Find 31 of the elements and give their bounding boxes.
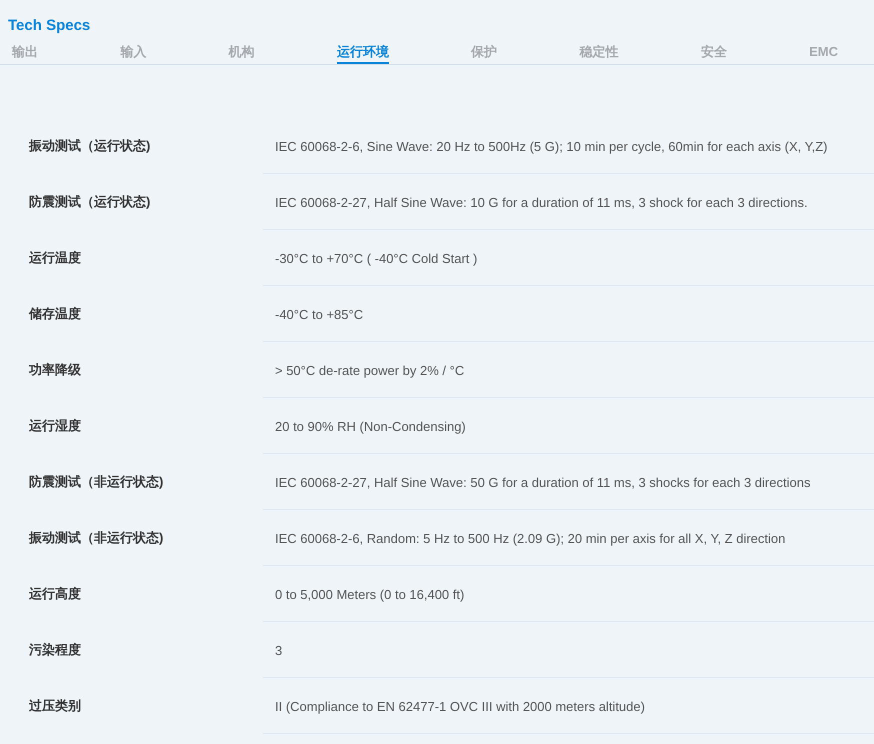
spec-name: 储存温度	[28, 305, 82, 323]
spec-value: 3	[275, 642, 282, 658]
spec-name: 振动测试（非运行状态)	[28, 529, 164, 547]
spec-name: 运行温度	[28, 249, 82, 267]
spec-name: 功率降级	[28, 361, 82, 379]
spec-name: 过压类别	[28, 697, 82, 715]
spec-value: II (Compliance to EN 62477-1 OVC III with 2000 meters altitude)	[275, 698, 645, 714]
spec-name: 振动测试（运行状态)	[28, 137, 152, 155]
spec-value: IEC 60068-2-27, Half Sine Wave: 50 G for a duration of 11 ms, 3 shocks for each 3 directions	[275, 474, 810, 490]
tab[interactable]: 输入	[120, 40, 146, 64]
tab[interactable]: 保护	[471, 40, 498, 64]
spec-name: 污染程度	[28, 641, 82, 659]
spec-value: -30°C to +70°C ( -40°C Cold Start )	[275, 250, 478, 266]
spec-value: -40°C to +85°C	[275, 306, 364, 322]
spec-value: 0 to 5,000 Meters (0 to 16,400 ft)	[275, 586, 464, 602]
spec-value: 20 to 90% RH (Non-Condensing)	[275, 418, 466, 434]
spec-name: 运行高度	[28, 585, 82, 603]
tab[interactable]: 稳定性	[579, 40, 618, 64]
spec-name: 防震测试（非运行状态)	[28, 473, 164, 491]
spec-value: IEC 60068-2-6, Random: 5 Hz to 500 Hz (2.09 G); 20 min per axis for all X, Y, Z direction	[275, 530, 786, 546]
spec-name: 防震测试（运行状态)	[28, 193, 152, 211]
spec-name: 运行湿度	[28, 417, 82, 435]
spec-value: IEC 60068-2-27, Half Sine Wave: 10 G for a duration of 11 ms, 3 shock for each 3 directions.	[275, 194, 808, 210]
spec-value: > 50°C de-rate power by 2% / °C	[275, 362, 464, 378]
tab[interactable]: 运行环境	[336, 40, 389, 64]
tab[interactable]: 输出	[12, 40, 38, 64]
spec-value: IEC 60068-2-6, Sine Wave: 20 Hz to 500Hz (5 G); 10 min per cycle, 60min for each axis (X, Y,Z)	[275, 138, 828, 154]
page-title: Tech Specs	[7, 16, 92, 36]
tab[interactable]: EMC	[809, 40, 838, 64]
tab[interactable]: 机构	[228, 40, 255, 64]
tab[interactable]: 安全	[700, 40, 727, 64]
